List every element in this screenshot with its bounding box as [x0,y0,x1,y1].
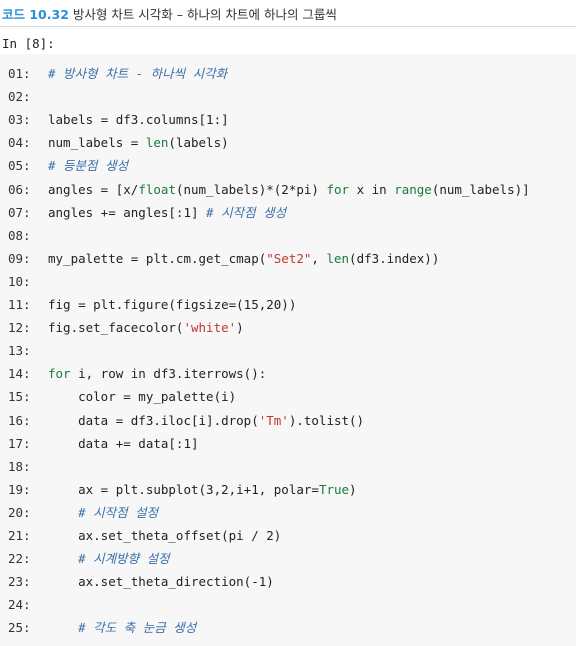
code-token: data += data[:1] [48,435,199,451]
code-token: (df3.index)) [349,250,440,266]
code-text: my_palette = plt.cm.get_cmap("Set2", len… [48,249,439,269]
line-number: 01: [8,66,31,81]
code-text: # 시계방향 설정 [48,549,170,569]
code-comment: # 각도 축 눈금 생성 [78,620,197,636]
code-token: ax = plt.subplot(3,2,i+1, polar= [48,481,319,497]
code-token: ) [236,320,244,336]
line-number: 20: [8,504,31,520]
code-token: color = my_palette(i) [48,389,237,405]
code-token: ) [349,481,357,497]
code-caption: 코드 10.32 방사형 차트 시각화 – 하나의 차트에 하나의 그룹씩 [2,4,337,23]
line-number: 14: [8,366,31,382]
line-number: 15: [8,389,31,405]
line-number: 07: [8,204,31,220]
line-number: 06: [8,181,31,197]
code-token: , [311,250,327,266]
code-comment: # 시계방향 설정 [78,551,170,567]
code-keyword: len [326,250,350,266]
line-number: 16: [8,412,31,428]
code-text: data = df3.iloc[i].drop('Tm').tolist() [48,411,364,431]
code-token: data = df3.iloc[i].drop( [48,412,259,428]
line-number: 21: [8,528,31,543]
cell-prompt: In [8]: [2,36,55,51]
code-token: num_labels = [48,135,146,151]
code-keyword: len [145,135,169,151]
code-text: ax = plt.subplot(3,2,i+1, polar=True) [48,480,357,500]
code-comment: # 시작점 생성 [206,204,287,220]
code-block: 01: # 방사형 차트 - 하나씩 시각화 02: 03: labels = df3.… [0,54,576,646]
code-comment: # 등분점 생성 [48,158,129,174]
code-text: angles += angles[:1] # 시작점 생성 [48,203,286,223]
code-text: # 시작점 설정 [48,503,158,523]
code-comment: # 시작점 설정 [78,504,159,520]
code-text: labels = df3.columns[1:] [48,110,229,130]
code-text: angles = [x/float(num_labels)*(2*pi) for… [48,180,530,200]
code-string: 'white' [183,320,237,336]
line-number: 08: [8,227,31,243]
line-number: 22: [8,551,31,567]
code-keyword: for [48,366,71,382]
line-number: 17: [8,435,31,451]
line-number: 02: [8,89,31,105]
code-text: data += data[:1] [48,434,199,454]
code-token: (num_labels)*(2*pi) [175,181,327,197]
code-text: ax.set_theta_offset(pi / 2) [48,526,281,546]
line-number: 09: [8,250,31,266]
code-token: angles += angles[:1] [48,204,207,220]
code-text: fig = plt.figure(figsize=(15,20)) [48,295,296,315]
code-keyword: float [138,181,176,197]
code-token: i, row in df3.iterrows(): [70,366,267,382]
line-number: 04: [8,135,31,151]
caption-label: 코드 10.32 [2,7,69,22]
code-keyword: range [394,181,432,197]
code-text: color = my_palette(i) [48,387,236,407]
caption-text: 방사형 차트 시각화 – 하나의 차트에 하나의 그룹씩 [68,7,337,22]
line-number: 19: [8,481,31,497]
line-number: 18: [8,458,31,474]
code-token: my_palette = plt.cm.get_cmap( [48,250,267,266]
code-text: num_labels = len(labels) [48,133,229,153]
code-text: ax.set_theta_direction(-1) [48,572,274,592]
code-token: labels = df3.columns[1:] [48,112,229,128]
code-token: (labels) [168,135,229,151]
line-number: 11: [8,297,31,312]
line-number: 12: [8,320,31,336]
code-string: "Set2" [266,250,312,266]
code-text: # 방사형 차트 - 하나씩 시각화 [48,64,227,84]
code-token: angles = [x/ [48,181,139,197]
code-token: ).tolist() [288,412,365,428]
line-number: 13: [8,343,31,359]
code-text: for i, row in df3.iterrows(): [48,364,266,384]
code-token: fig.set_facecolor( [48,320,184,336]
code-token: ax.set_theta_direction(-1) [48,574,274,590]
line-number: 05: [8,158,31,174]
line-number: 23: [8,574,31,590]
line-number: 24: [8,597,31,613]
code-keyword: True [318,481,350,497]
line-number: 10: [8,273,31,289]
code-token: ax.set_theta_offset(pi / 2) [48,528,282,543]
code-string: 'Tm' [258,412,289,428]
code-text: fig.set_facecolor('white') [48,318,244,338]
caption-divider [0,26,576,27]
code-token: x in [349,181,395,197]
line-number: 03: [8,112,31,128]
line-number: 25: [8,620,31,636]
code-keyword: for [326,181,350,197]
code-text: # 각도 축 눈금 생성 [48,618,196,638]
code-token: (num_labels)] [431,181,530,197]
code-text: # 등분점 생성 [48,156,128,176]
code-comment: # 방사형 차트 - 하나씩 시각화 [48,66,228,81]
code-token: fig = plt.figure(figsize=(15,20)) [48,297,297,312]
